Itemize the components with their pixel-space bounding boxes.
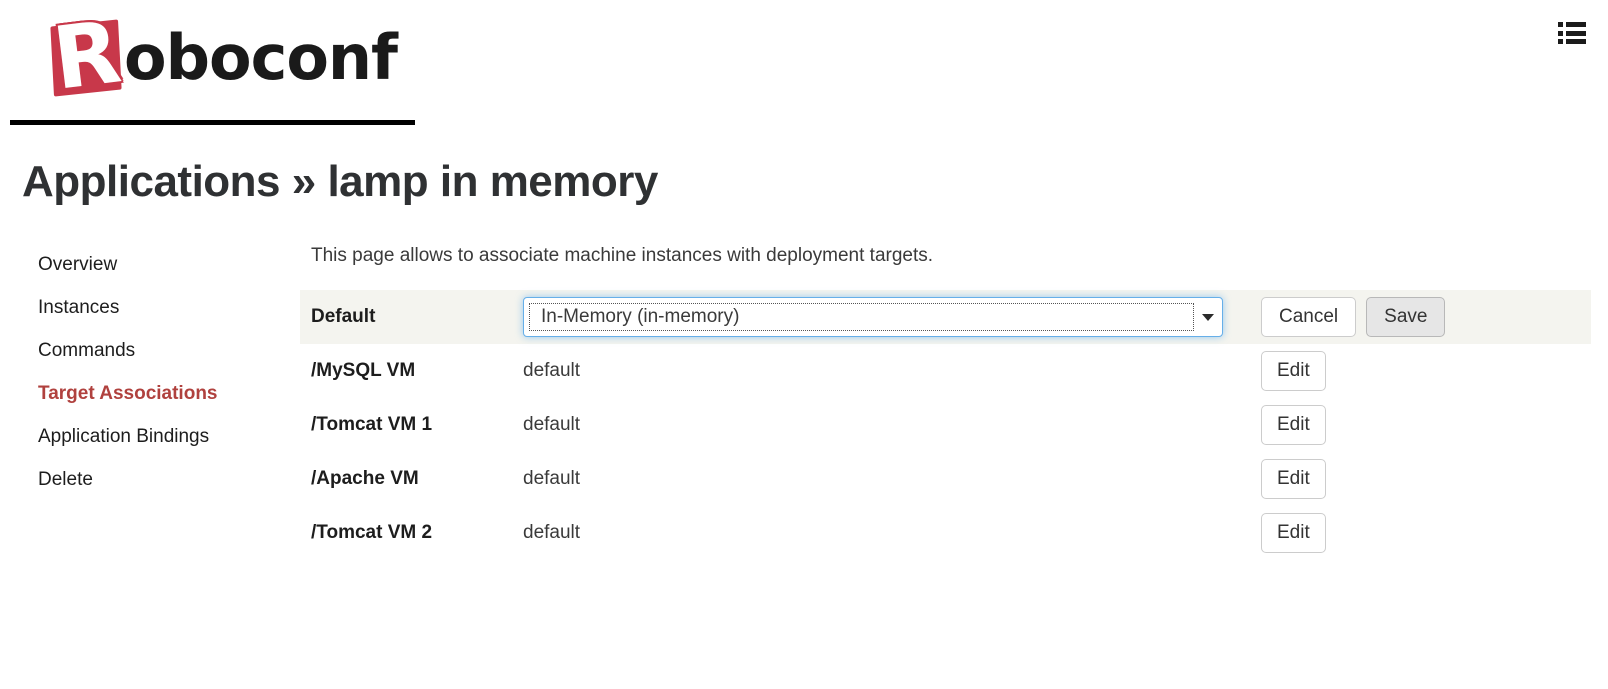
list-icon-row xyxy=(1558,30,1586,36)
row-instance-name: /Tomcat VM 1 xyxy=(311,414,433,435)
row-instance-name: /MySQL VM xyxy=(311,360,416,381)
logo-wordmark: oboconf xyxy=(124,21,398,94)
content-area: Overview Instances Commands Target Assoc… xyxy=(0,244,1608,560)
sidebar-item-delete[interactable]: Delete xyxy=(38,469,300,491)
row-target-value: default xyxy=(523,522,581,543)
row-actions: Edit xyxy=(1261,513,1326,553)
table-row: /Tomcat VM 1 default Edit xyxy=(300,398,1608,452)
sidebar-item-overview[interactable]: Overview xyxy=(38,254,300,276)
list-icon-bar xyxy=(1566,39,1586,44)
edit-button[interactable]: Edit xyxy=(1261,351,1326,391)
sidebar-item-commands[interactable]: Commands xyxy=(38,340,300,362)
sidebar-item-application-bindings[interactable]: Application Bindings xyxy=(38,426,300,448)
list-icon-bullet xyxy=(1558,22,1563,27)
target-select[interactable]: In-Memory (in-memory) xyxy=(523,297,1223,337)
list-icon[interactable] xyxy=(1558,22,1586,44)
table-row: /Tomcat VM 2 default Edit xyxy=(300,506,1608,560)
header-divider xyxy=(10,120,415,125)
row-actions: Edit xyxy=(1261,351,1326,391)
list-icon-bar xyxy=(1566,30,1586,36)
sidebar-item-target-associations[interactable]: Target Associations xyxy=(38,383,300,405)
page-header: R oboconf xyxy=(0,0,1608,128)
row-actions: Edit xyxy=(1261,405,1326,445)
table-row-default: Default In-Memory (in-memory) Cancel Sav… xyxy=(300,290,1591,344)
row-instance-name: /Tomcat VM 2 xyxy=(311,522,433,543)
logo-letter: R xyxy=(48,2,126,110)
table-row: /MySQL VM default Edit xyxy=(300,344,1608,398)
table-row: /Apache VM default Edit xyxy=(300,452,1608,506)
list-icon-bar xyxy=(1566,22,1586,27)
chevron-down-icon xyxy=(1202,314,1214,321)
row-target-value: default xyxy=(523,360,581,381)
cancel-button[interactable]: Cancel xyxy=(1261,297,1357,337)
row-instance-name: /Apache VM xyxy=(311,468,419,489)
list-icon-bullet xyxy=(1558,30,1563,36)
edit-button[interactable]: Edit xyxy=(1261,459,1326,499)
edit-button[interactable]: Edit xyxy=(1261,513,1326,553)
row-target-value: default xyxy=(523,468,581,489)
row-target-value: default xyxy=(523,414,581,435)
sidebar-item-instances[interactable]: Instances xyxy=(38,297,300,319)
row-label-default: Default xyxy=(311,306,376,327)
default-row-actions: Cancel Save xyxy=(1261,297,1446,337)
sidebar-nav: Overview Instances Commands Target Assoc… xyxy=(0,244,300,512)
logo-r-badge-icon: R xyxy=(44,2,130,109)
row-actions: Edit xyxy=(1261,459,1326,499)
list-icon-bullet xyxy=(1558,39,1563,44)
target-select-value: In-Memory (in-memory) xyxy=(541,306,740,327)
target-associations-panel: This page allows to associate machine in… xyxy=(300,244,1608,560)
roboconf-logo: R oboconf xyxy=(44,2,398,109)
panel-description: This page allows to associate machine in… xyxy=(311,245,934,266)
list-icon-row xyxy=(1558,22,1586,27)
edit-button[interactable]: Edit xyxy=(1261,405,1326,445)
page-title: Applications » lamp in memory xyxy=(22,157,658,206)
target-select-wrapper: In-Memory (in-memory) xyxy=(523,297,1243,337)
save-button[interactable]: Save xyxy=(1366,297,1446,337)
list-icon-row xyxy=(1558,39,1586,44)
